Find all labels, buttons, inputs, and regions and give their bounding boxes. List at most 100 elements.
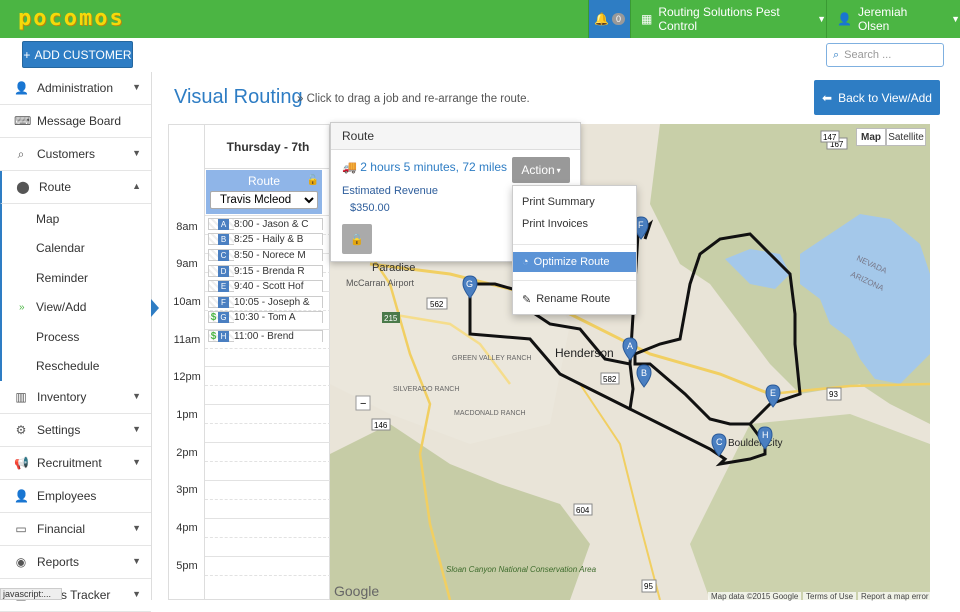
menu-item-rename-route[interactable]: ✎ Rename Route	[513, 289, 636, 309]
unlock-icon[interactable]: 🔓	[307, 175, 319, 186]
sidebar-item-administration[interactable]: 👤 Administration ▼	[0, 72, 151, 105]
lock-icon: 🔒	[350, 233, 364, 246]
sidebar-item-route[interactable]: ⬤ Route ▲	[0, 171, 151, 204]
menu-item-print-summary[interactable]: Print Summary	[513, 192, 636, 212]
map-pin-label: F	[638, 220, 644, 230]
route-label[interactable]: Route	[206, 174, 322, 188]
lock-route-button[interactable]: 🔒	[342, 224, 372, 254]
route-shield-label: 93	[829, 390, 838, 399]
job-item[interactable]: D 9:15 - Brenda R	[208, 265, 323, 277]
time-slot: 5pm	[176, 560, 198, 572]
job-item[interactable]: A 8:00 - Jason & C	[208, 218, 323, 230]
job-text: 10:30 - Tom A	[234, 311, 322, 323]
route-calendar: Thursday - 7th Route 🔓 Travis Mcleod 8am…	[168, 124, 331, 600]
half-hour-line	[205, 348, 331, 349]
hour-line	[205, 556, 331, 557]
job-letter: D	[218, 265, 229, 277]
chevron-down-icon: ▼	[951, 14, 960, 24]
notifications-button[interactable]: 🔔 0	[588, 0, 630, 38]
company-switcher[interactable]: ▦ Routing Solutions Pest Control ▼	[630, 0, 826, 38]
job-letter: H	[218, 330, 229, 342]
sidebar-sub-map[interactable]: Map	[2, 204, 151, 234]
zoom-out-icon: −	[360, 398, 366, 410]
menu-item-label: Rename Route	[536, 293, 611, 305]
time-slot: 9am	[176, 258, 198, 270]
job-letter: B	[218, 233, 229, 245]
add-customer-button[interactable]: + ADD CUSTOMER	[22, 41, 133, 68]
technician-select[interactable]: Travis Mcleod	[210, 191, 318, 209]
user-menu[interactable]: 👤 Jeremiah Olsen ▼	[826, 0, 960, 38]
sidebar-item-label: Reports	[37, 555, 80, 569]
sidebar-item-inventory[interactable]: ▥ Inventory ▼	[0, 381, 151, 414]
user-name: Jeremiah Olsen	[857, 5, 908, 33]
sidebar-item-label: Inventory	[37, 390, 87, 404]
gear-icon: ⚙	[15, 423, 27, 437]
notification-count: 0	[611, 13, 625, 25]
time-slot: 4pm	[176, 522, 198, 534]
job-item[interactable]: $ H 11:00 - Brend	[208, 330, 323, 342]
job-item[interactable]: C 8:50 - Norece M	[208, 249, 323, 261]
map-place-label: Sloan Canyon National Conservation Area	[446, 565, 597, 574]
half-hour-line	[205, 423, 331, 424]
half-hour-line	[205, 499, 331, 500]
map-pin[interactable]: B	[636, 364, 652, 388]
chevron-down-icon: ▼	[132, 457, 141, 467]
map-type-map-button[interactable]: Map	[856, 128, 886, 146]
chevron-down-icon: ▼	[132, 523, 141, 533]
back-to-view-add-button[interactable]: ⬅ Back to View/Add	[814, 80, 940, 115]
revenue-value: $350.00	[350, 202, 390, 214]
map-pin[interactable]: E	[765, 384, 781, 408]
menu-item-optimize-route[interactable]: ◔ Optimize Route	[513, 252, 636, 272]
menu-item-print-invoices[interactable]: Print Invoices	[513, 214, 636, 234]
add-customer-label: ADD CUSTOMER	[34, 47, 132, 62]
job-letter: F	[218, 296, 229, 308]
half-hour-line	[205, 575, 331, 576]
barcode-icon: ▥	[15, 390, 27, 404]
job-item[interactable]: F 10:05 - Joseph &	[208, 296, 323, 308]
map-type-satellite-button[interactable]: Satellite	[886, 128, 926, 146]
route-shield-label: 582	[603, 375, 617, 384]
chevron-down-icon: ▼	[132, 148, 141, 158]
sidebar-sub-label: View/Add	[36, 300, 87, 315]
job-letter: A	[218, 218, 229, 230]
job-item[interactable]: E 9:40 - Scott Hof	[208, 280, 323, 292]
sidebar-sub-view-add[interactable]: » View/Add	[2, 292, 159, 322]
dollar-icon: $	[210, 330, 217, 342]
sidebar-sub-reminder[interactable]: Reminder	[2, 263, 151, 293]
sidebar-item-settings[interactable]: ⚙ Settings ▼	[0, 414, 151, 447]
map-pin-label: B	[641, 368, 647, 378]
sidebar-item-employees[interactable]: 👤 Employees	[0, 480, 151, 513]
map-place-label: GREEN VALLEY RANCH	[452, 355, 532, 362]
logo[interactable]: pocomos	[18, 6, 125, 31]
route-header: Route 🔓 Travis Mcleod	[206, 170, 322, 214]
sidebar-item-message-board[interactable]: ⌨ Message Board	[0, 105, 151, 138]
time-slot: 10am	[173, 296, 201, 308]
top-navbar: pocomos 🔔 0 ▦ Routing Solutions Pest Con…	[0, 0, 960, 38]
job-item[interactable]: B 8:25 - Haily & B	[208, 233, 323, 245]
chevron-down-icon: ▼	[132, 556, 141, 566]
sidebar-item-reports[interactable]: ◉ Reports ▼	[0, 546, 151, 579]
job-item[interactable]: $ G 10:30 - Tom A	[208, 311, 323, 323]
action-dropdown-button[interactable]: Action ▾	[512, 157, 570, 183]
sidebar-item-recruitment[interactable]: 📢 Recruitment ▼	[0, 447, 151, 480]
map-place-label: SILVERADO RANCH	[393, 386, 459, 393]
job-letter: E	[218, 280, 229, 292]
sidebar-item-financial[interactable]: ▭ Financial ▼	[0, 513, 151, 546]
map-pin-label: G	[466, 279, 473, 289]
caret-down-icon: ▾	[556, 165, 561, 175]
double-chevron-icon: »	[19, 301, 25, 313]
sidebar-item-customers[interactable]: ⌕ Customers ▼	[0, 138, 151, 171]
chevron-down-icon: ▼	[132, 589, 141, 599]
sidebar-sub-process[interactable]: Process	[2, 322, 151, 352]
hour-line	[205, 404, 331, 405]
job-text: 9:15 - Brenda R	[234, 265, 322, 277]
search-input[interactable]: ⌕ Search ...	[826, 43, 944, 67]
sidebar-sub-reschedule[interactable]: Reschedule	[2, 351, 151, 381]
route-shield-label: 95	[644, 582, 653, 591]
chevron-down-icon: ▼	[817, 14, 826, 24]
time-slot: 1pm	[176, 409, 198, 421]
sidebar-item-label: Message Board	[37, 114, 122, 128]
map-pin-label: E	[770, 388, 776, 398]
sidebar-sub-calendar[interactable]: Calendar	[2, 233, 151, 263]
time-slot: 8am	[176, 221, 198, 233]
